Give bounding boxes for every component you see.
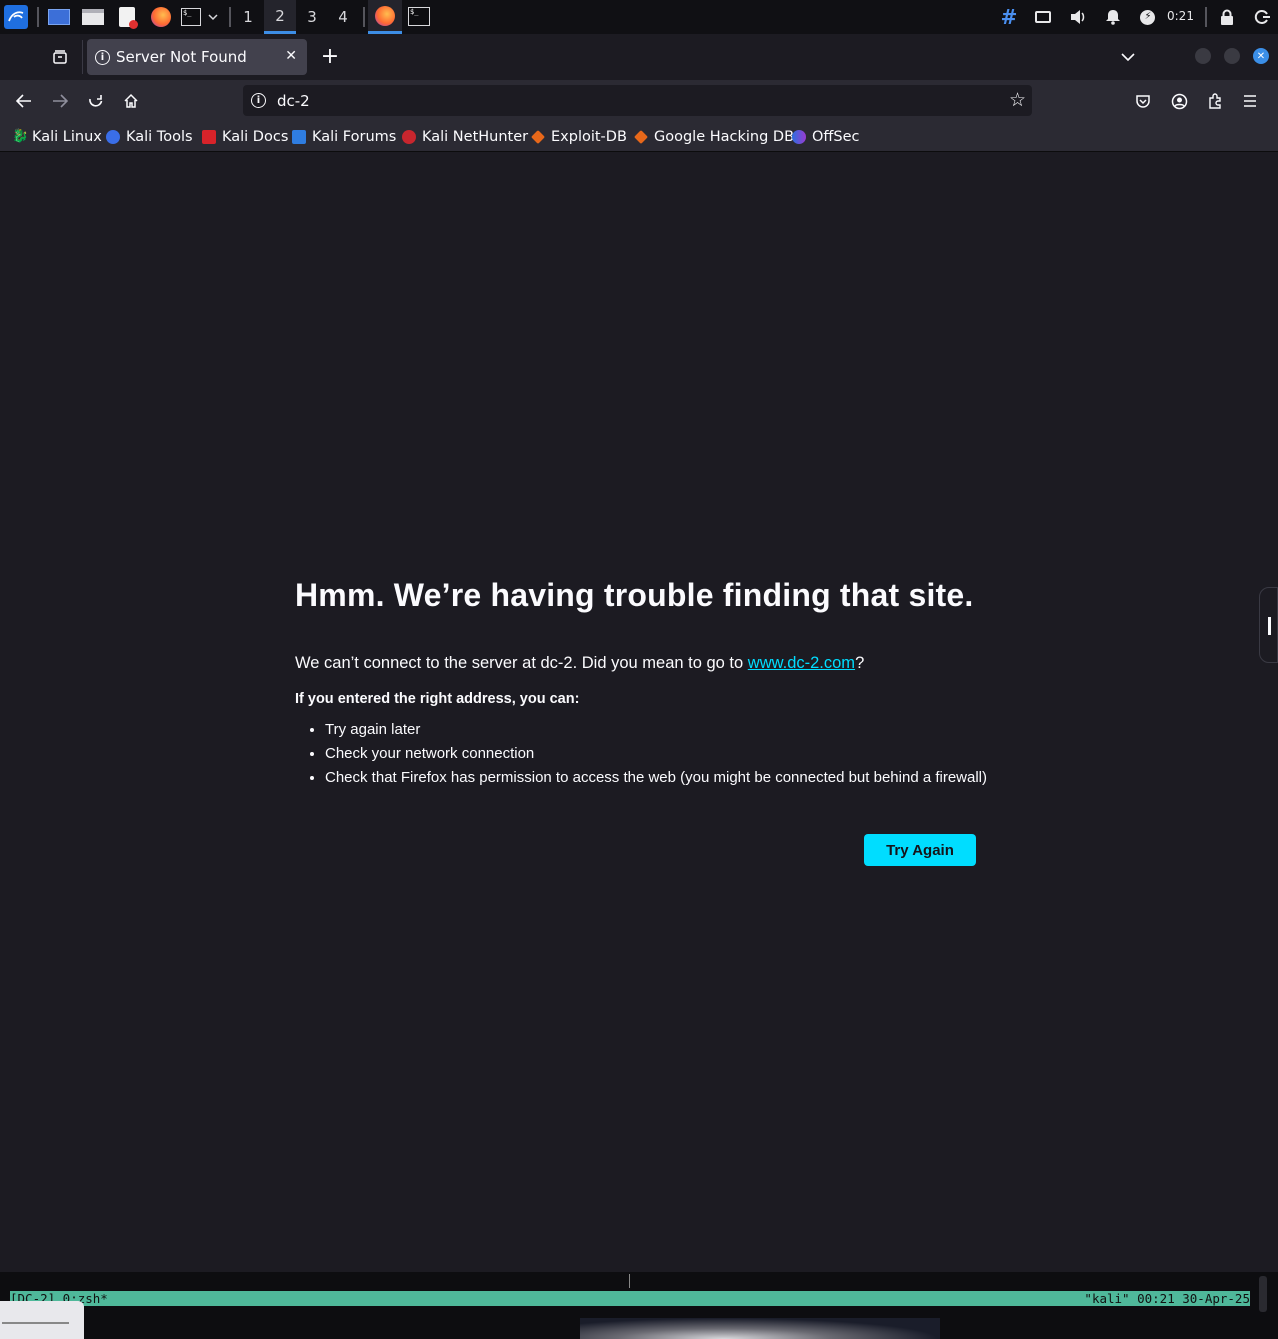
pane-divider <box>629 1274 630 1288</box>
suggestion-item: Check your network connection <box>325 745 995 762</box>
display-icon[interactable] <box>1031 5 1055 29</box>
power-manager-icon[interactable]: ⚡ <box>1135 5 1159 29</box>
suggestion-item: Try again later <box>325 721 995 738</box>
workspace-1[interactable]: 1 <box>232 0 264 34</box>
bookmark-label: Kali Linux <box>32 129 102 145</box>
navigation-toolbar: i dc-2 ☆ <box>0 80 1278 122</box>
bookmarks-toolbar: 🐉 Kali Linux Kali Tools Kali Docs Kali Fo… <box>0 122 1278 152</box>
error-container: Hmm. We’re having trouble finding that s… <box>295 577 995 793</box>
terminal-window-button[interactable]: $_ <box>408 7 430 26</box>
bookmark-label: Kali NetHunter <box>422 129 529 145</box>
url-text[interactable]: dc-2 <box>277 92 310 110</box>
maximize-window-button[interactable] <box>1224 48 1240 64</box>
close-window-button[interactable]: ✕ <box>1253 48 1269 64</box>
list-tabs-chevron-icon[interactable] <box>1116 45 1140 69</box>
kali-forums-icon <box>292 130 306 144</box>
account-icon[interactable] <box>1167 89 1191 113</box>
page-content: Hmm. We’re having trouble finding that s… <box>0 152 1278 1272</box>
bookmark-label: OffSec <box>812 129 860 145</box>
firefox-launcher-icon[interactable] <box>149 5 173 29</box>
firefox-icon <box>375 6 395 26</box>
url-bar[interactable]: i dc-2 ☆ <box>243 85 1032 116</box>
firefox-window-button[interactable] <box>368 0 402 34</box>
tmux-status-bar: [DC-2] 0:zsh* "kali" 00:21 30-Apr-25 <box>10 1291 1250 1306</box>
suggested-site-link[interactable]: www.dc-2.com <box>748 654 855 672</box>
bookmark-kali-tools[interactable]: Kali Tools <box>106 127 193 147</box>
bookmark-label: Exploit-DB <box>551 129 627 145</box>
bookmark-kali-docs[interactable]: Kali Docs <box>202 127 288 147</box>
site-info-icon[interactable]: i <box>251 93 266 108</box>
bookmark-label: Kali Docs <box>222 129 289 145</box>
nethunter-icon <box>402 130 416 144</box>
popup-corner <box>0 1301 84 1339</box>
tmux-host-datetime: "kali" 00:21 30-Apr-25 <box>1084 1291 1250 1306</box>
ghdb-icon <box>634 130 648 144</box>
chevron-down-icon[interactable] <box>204 5 222 29</box>
sidebar-handle[interactable] <box>1259 587 1278 663</box>
bookmark-google-hacking-db[interactable]: Google Hacking DB <box>634 127 794 147</box>
kali-dragon-icon: 🐉 <box>12 129 29 144</box>
tab-server-not-found[interactable]: i Server Not Found ✕ <box>87 39 307 75</box>
clock[interactable]: 0:21 <box>1167 9 1194 23</box>
logout-icon[interactable] <box>1250 5 1274 29</box>
workspace-2[interactable]: 2 <box>264 0 296 34</box>
close-tab-icon[interactable]: ✕ <box>285 48 297 64</box>
text-editor-icon[interactable] <box>115 5 139 29</box>
tab-bar: i Server Not Found ✕ + ✕ <box>0 34 1278 80</box>
bookmark-kali-linux[interactable]: 🐉 Kali Linux <box>12 127 102 147</box>
forward-arrow-icon[interactable] <box>48 89 72 113</box>
terminal-scrollbar[interactable] <box>1259 1276 1267 1312</box>
error-description: We can’t connect to the server at dc-2. … <box>295 654 995 673</box>
info-icon: i <box>95 49 110 65</box>
bookmark-exploit-db[interactable]: Exploit-DB <box>531 127 627 147</box>
tab-overview-icon[interactable] <box>48 45 72 69</box>
kali-docs-icon <box>202 130 216 144</box>
error-title: Hmm. We’re having trouble finding that s… <box>295 577 974 613</box>
suggestion-list: Try again later Check your network conne… <box>295 721 995 786</box>
bookmark-kali-forums[interactable]: Kali Forums <box>292 127 396 147</box>
minimize-window-button[interactable] <box>1195 48 1211 64</box>
new-tab-icon[interactable]: + <box>318 45 342 69</box>
desktop-icon[interactable] <box>47 5 71 29</box>
error-subtitle: If you entered the right address, you ca… <box>295 691 580 707</box>
terminal-launcher-icon[interactable]: $_ <box>179 5 203 29</box>
bookmark-label: Kali Tools <box>126 129 193 145</box>
file-manager-icon[interactable] <box>81 5 105 29</box>
taskbar: $_ 1 2 3 4 $_ # ⚡ 0:21 <box>0 0 1278 34</box>
error-description-suffix: ? <box>855 654 865 672</box>
home-icon[interactable] <box>119 89 143 113</box>
pocket-icon[interactable] <box>1131 89 1155 113</box>
hamburger-menu-icon[interactable] <box>1238 89 1262 113</box>
notification-bell-icon[interactable] <box>1101 5 1125 29</box>
error-description-text: We can’t connect to the server at dc-2. … <box>295 654 748 672</box>
extensions-icon[interactable] <box>1203 89 1227 113</box>
kali-tools-icon <box>106 130 120 144</box>
workspace-4[interactable]: 4 <box>327 0 359 34</box>
bookmark-star-icon[interactable]: ☆ <box>1009 89 1026 111</box>
tab-title: Server Not Found <box>116 48 247 66</box>
volume-icon[interactable] <box>1066 5 1090 29</box>
exploit-db-icon <box>531 130 545 144</box>
reload-icon[interactable] <box>84 89 108 113</box>
suggestion-item: Check that Firefox has permission to acc… <box>325 769 995 786</box>
lock-icon[interactable] <box>1215 5 1239 29</box>
back-arrow-icon[interactable] <box>12 89 36 113</box>
try-again-button[interactable]: Try Again <box>864 834 976 866</box>
bookmark-offsec[interactable]: OffSec <box>792 127 860 147</box>
bookmark-label: Kali Forums <box>312 129 397 145</box>
wallpaper-fragment <box>580 1318 940 1339</box>
kali-menu-icon[interactable] <box>4 5 28 29</box>
offsec-icon <box>792 130 806 144</box>
workspace-3[interactable]: 3 <box>296 0 328 34</box>
network-grid-icon[interactable]: # <box>997 5 1021 29</box>
bookmark-label: Google Hacking DB <box>654 129 795 145</box>
bookmark-kali-nethunter[interactable]: Kali NetHunter <box>402 127 528 147</box>
